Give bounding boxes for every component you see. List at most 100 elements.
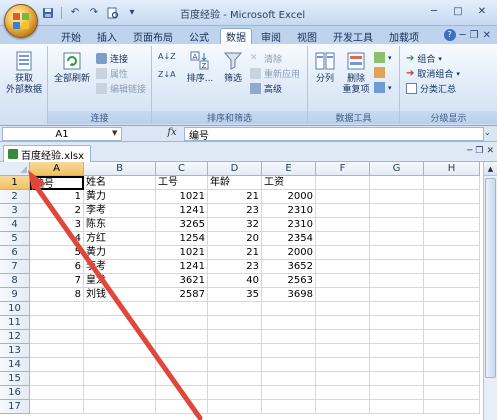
sort-za-button[interactable]: Z↓A [158, 70, 176, 79]
table-cell[interactable] [156, 330, 208, 344]
name-box[interactable]: A1 [2, 127, 122, 141]
table-cell[interactable] [316, 386, 370, 400]
table-cell[interactable] [208, 386, 262, 400]
header-cell[interactable]: 姓名 [84, 176, 156, 190]
table-cell[interactable]: 刘钱 [84, 288, 156, 302]
row-header[interactable]: 7 [0, 260, 30, 274]
table-cell[interactable]: 李考 [84, 260, 156, 274]
row-header[interactable]: 1 [0, 176, 30, 190]
table-cell[interactable] [370, 358, 424, 372]
table-cell[interactable]: 20 [208, 232, 262, 246]
table-cell[interactable] [208, 330, 262, 344]
table-cell[interactable]: 23 [208, 260, 262, 274]
table-cell[interactable] [370, 218, 424, 232]
table-cell[interactable] [370, 246, 424, 260]
table-cell[interactable] [424, 204, 480, 218]
row-header[interactable]: 5 [0, 232, 30, 246]
table-cell[interactable] [424, 190, 480, 204]
data-validation-button[interactable]: ▾ [374, 52, 392, 63]
print-preview-icon[interactable] [105, 5, 121, 20]
table-cell[interactable] [370, 372, 424, 386]
sort-button[interactable]: AZ 排序... [182, 50, 218, 85]
close-workbook-icon[interactable]: ✕ [483, 30, 491, 41]
table-cell[interactable] [424, 302, 480, 316]
table-cell[interactable] [424, 260, 480, 274]
subtotal-button[interactable]: 分类汇总 [406, 82, 456, 95]
table-cell[interactable]: 2563 [262, 274, 316, 288]
row-header[interactable]: 15 [0, 372, 30, 386]
get-external-data-button[interactable]: 获取 外部数据 [4, 50, 44, 96]
tab-add-ins[interactable]: 加载项 [382, 29, 426, 44]
table-cell[interactable] [370, 288, 424, 302]
table-cell[interactable]: 3698 [262, 288, 316, 302]
restore-workbook-icon[interactable]: ❐ [470, 30, 479, 41]
table-cell[interactable]: 3621 [156, 274, 208, 288]
table-cell[interactable] [316, 344, 370, 358]
table-cell[interactable] [30, 386, 84, 400]
minimize-workbook-icon[interactable]: ─ [460, 30, 466, 41]
row-header[interactable]: 17 [0, 400, 30, 414]
table-cell[interactable] [30, 344, 84, 358]
table-cell[interactable] [84, 372, 156, 386]
tab-page-layout[interactable]: 页面布局 [126, 29, 180, 44]
table-cell[interactable]: 40 [208, 274, 262, 288]
table-cell[interactable] [208, 372, 262, 386]
select-all-corner[interactable] [0, 162, 30, 176]
refresh-all-button[interactable]: 全部刷新 [52, 50, 92, 85]
table-cell[interactable] [262, 372, 316, 386]
table-cell[interactable] [316, 316, 370, 330]
maximize-icon[interactable]: □ [447, 3, 469, 19]
table-cell[interactable] [316, 302, 370, 316]
table-cell[interactable] [424, 246, 480, 260]
table-cell[interactable] [370, 386, 424, 400]
table-cell[interactable]: 2310 [262, 204, 316, 218]
table-cell[interactable] [316, 358, 370, 372]
table-cell[interactable] [208, 316, 262, 330]
header-cell[interactable]: 编号 [30, 176, 84, 190]
table-cell[interactable] [424, 386, 480, 400]
column-header[interactable]: B [84, 162, 156, 176]
table-cell[interactable] [424, 372, 480, 386]
table-cell[interactable] [370, 260, 424, 274]
clear-button[interactable]: ✕ 清除 [250, 52, 282, 65]
table-cell[interactable]: 3265 [156, 218, 208, 232]
row-header[interactable]: 3 [0, 204, 30, 218]
connections-button[interactable]: 连接 [96, 52, 128, 65]
table-cell[interactable] [84, 400, 156, 414]
row-header[interactable]: 8 [0, 274, 30, 288]
table-cell[interactable] [84, 358, 156, 372]
table-cell[interactable] [316, 260, 370, 274]
table-cell[interactable] [316, 400, 370, 414]
table-cell[interactable] [208, 400, 262, 414]
insert-function-icon[interactable]: fx [162, 127, 182, 141]
table-cell[interactable]: 1241 [156, 204, 208, 218]
table-cell[interactable]: 1021 [156, 246, 208, 260]
table-cell[interactable] [262, 386, 316, 400]
tab-developer[interactable]: 开发工具 [326, 29, 380, 44]
table-cell[interactable] [424, 358, 480, 372]
tab-formulas[interactable]: 公式 [182, 29, 216, 44]
workbook-close-icon[interactable]: ✕ [486, 146, 494, 156]
table-cell[interactable]: 李考 [84, 204, 156, 218]
group-button[interactable]: ➔ 组合 ▾ [406, 52, 442, 65]
table-cell[interactable] [30, 316, 84, 330]
table-cell[interactable]: 2587 [156, 288, 208, 302]
table-cell[interactable]: 2000 [262, 246, 316, 260]
table-cell[interactable]: 3 [30, 218, 84, 232]
table-cell[interactable] [30, 358, 84, 372]
header-cell[interactable] [370, 176, 424, 190]
table-cell[interactable]: 8 [30, 288, 84, 302]
table-cell[interactable]: 4 [30, 232, 84, 246]
table-cell[interactable] [156, 372, 208, 386]
column-header[interactable]: H [424, 162, 480, 176]
table-cell[interactable]: 2354 [262, 232, 316, 246]
table-cell[interactable] [424, 344, 480, 358]
redo-icon[interactable]: ↷ [86, 5, 102, 20]
table-cell[interactable] [156, 358, 208, 372]
tab-data[interactable]: 数据 [220, 28, 252, 44]
edit-links-button[interactable]: 编辑链接 [96, 82, 146, 95]
table-cell[interactable] [316, 288, 370, 302]
table-cell[interactable] [30, 302, 84, 316]
row-header[interactable]: 9 [0, 288, 30, 302]
workbook-tab[interactable]: 百度经验.xlsx [3, 145, 92, 162]
